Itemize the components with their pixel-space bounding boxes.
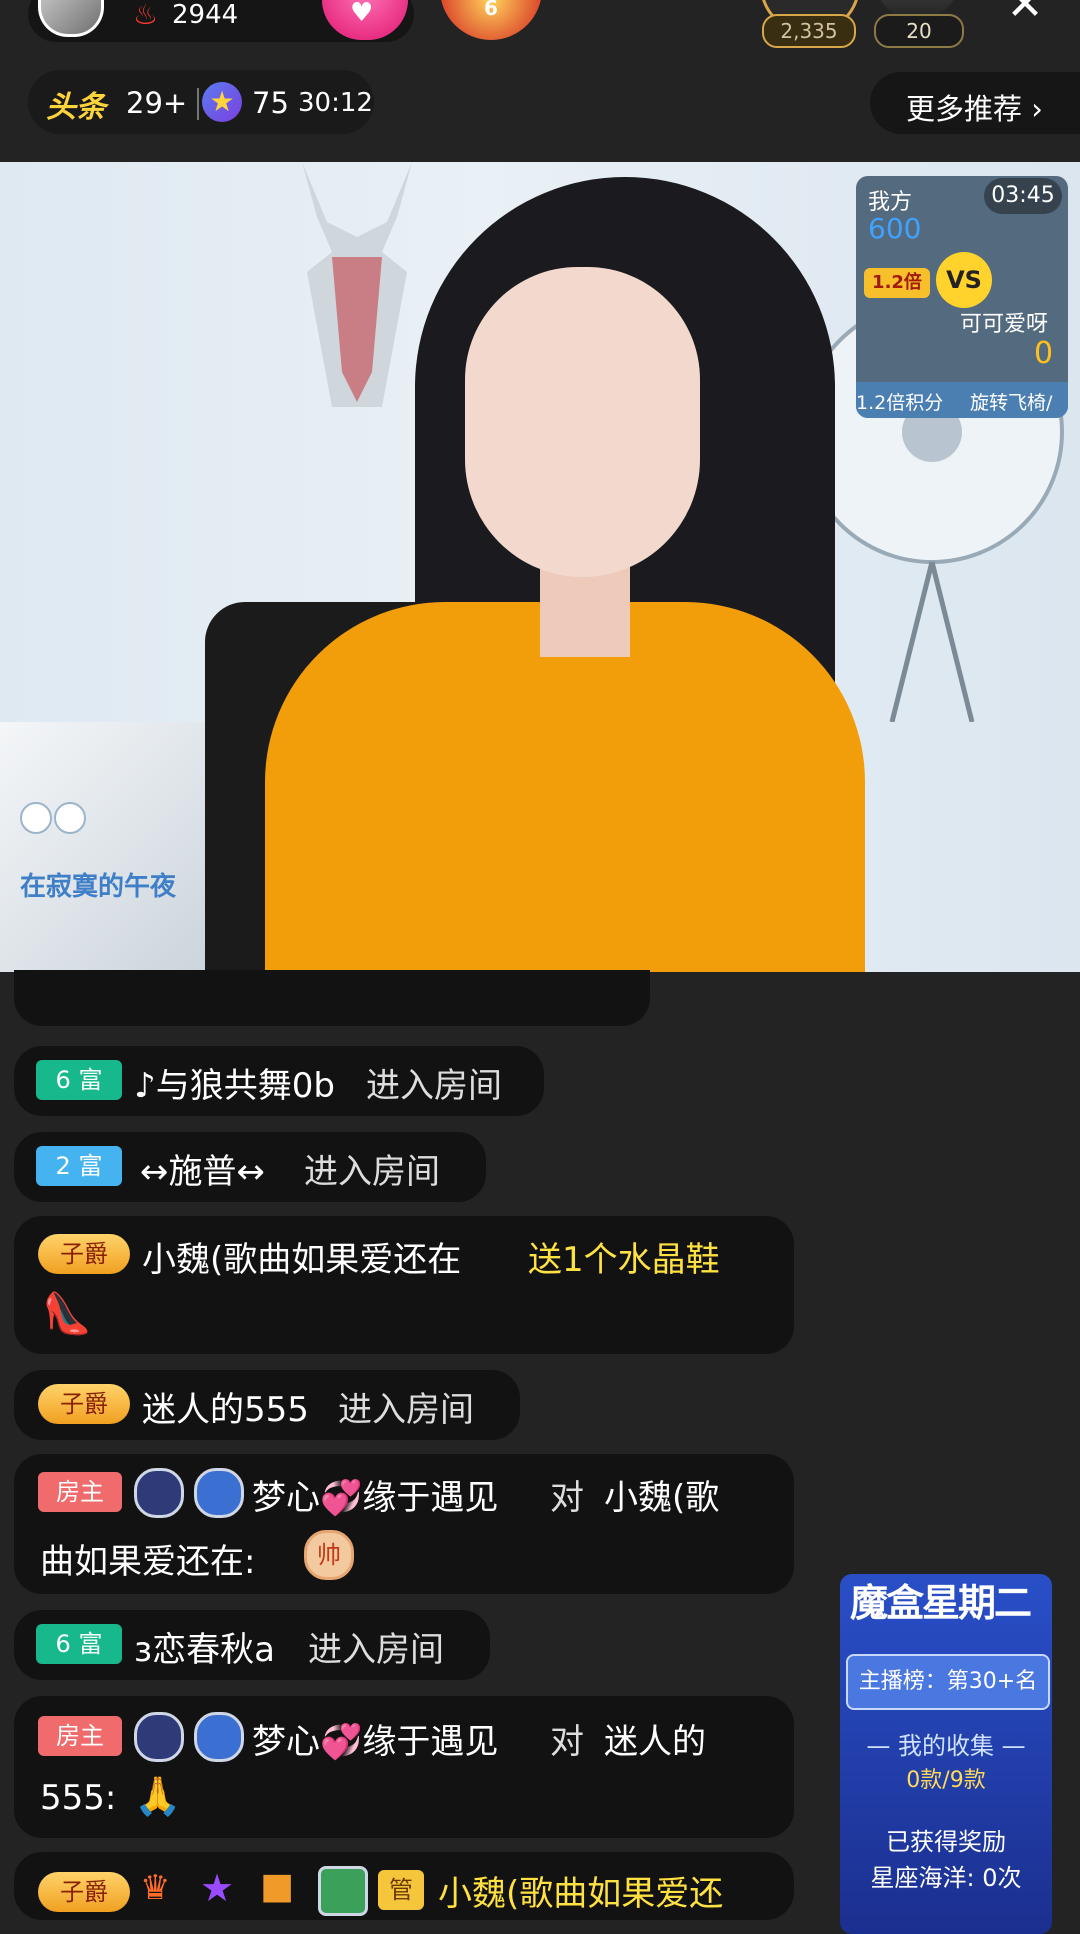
wealth-level-badge: 6 富	[36, 1624, 122, 1664]
chat-target-user[interactable]: 迷人的	[604, 1714, 706, 1763]
star-icon: ★	[202, 82, 242, 122]
flame-icon: ♨	[133, 0, 159, 31]
wealth-level-badge: 2 富	[36, 1146, 122, 1186]
heat-count: 2944	[172, 0, 239, 30]
admin-badge: 管	[378, 1870, 424, 1910]
eyes-icon	[20, 802, 86, 834]
chat-text: 进入房间	[304, 1152, 440, 1192]
chat-username[interactable]: 梦心💞缘于遇见	[252, 1470, 498, 1519]
medal-icon	[134, 1468, 184, 1518]
chat-username[interactable]: 小魏(歌曲如果爱还	[438, 1866, 723, 1915]
chat-text-line2: 曲如果爱还在:	[40, 1542, 256, 1582]
pk-multiplier: 1.2倍	[864, 268, 930, 298]
chat-username[interactable]: 迷人的555	[142, 1382, 309, 1431]
chat-username[interactable]: 小魏(歌曲如果爱还在	[142, 1232, 461, 1281]
chat-to-word: 对	[550, 1722, 584, 1762]
chat-text: 进入房间	[338, 1390, 474, 1430]
chat-username[interactable]: ↔施普↔	[140, 1144, 265, 1193]
pk-prize-text: 旋转飞椅/	[970, 392, 1053, 414]
promo-reward-label: 已获得奖励	[886, 1828, 1006, 1856]
fan-badge-icon	[318, 1866, 368, 1916]
level-badge-number: 6	[484, 0, 498, 20]
pk-opponent-score: 0	[1034, 336, 1054, 371]
chat-text: 进入房间	[308, 1630, 444, 1670]
rank-number: 29+	[126, 86, 188, 120]
promo-title: 魔盒星期二	[850, 1580, 1032, 1625]
close-icon[interactable]: ✕	[1000, 0, 1050, 30]
purple-star-icon: ★	[200, 1866, 235, 1910]
chat-username[interactable]: ɜ恋春秋a	[134, 1622, 275, 1671]
crystal-shoe-icon: 👠	[42, 1291, 92, 1337]
diamond-medal-icon	[194, 1468, 244, 1518]
pk-me-score: 600	[868, 212, 922, 245]
chat-text: 进入房间	[366, 1066, 502, 1106]
promo-collect-value: 0款/9款	[906, 1768, 986, 1793]
gift-text: 送1个水晶鞋	[528, 1240, 720, 1280]
star-count: 75	[252, 86, 289, 120]
chat-text-line2: 555:	[40, 1778, 117, 1818]
handsome-emoji-icon: 帅	[304, 1530, 354, 1580]
rank-divider	[197, 88, 199, 120]
top-viewer-count-1: 2,335	[762, 14, 856, 48]
streamer-face	[465, 267, 700, 577]
toutiao-logo: 头条	[46, 90, 106, 125]
promo-reward-value: 星座海洋: 0次	[870, 1864, 1022, 1892]
level-badge[interactable]: 6	[440, 0, 542, 40]
chat-username[interactable]: ♪与狼共舞0b	[134, 1058, 335, 1107]
chat-target-user[interactable]: 小魏(歌	[604, 1470, 719, 1519]
wealth-level-badge: 6 富	[36, 1060, 122, 1100]
more-recommend-button[interactable]: 更多推荐 ›	[870, 72, 1080, 134]
chat-username[interactable]: 梦心💞缘于遇见	[252, 1714, 498, 1763]
streamer-sweater	[265, 602, 865, 972]
noble-badge: 子爵	[38, 1234, 130, 1274]
crown-icon: ♛	[140, 1868, 171, 1908]
pray-emoji-icon: 🙏	[134, 1774, 182, 1818]
heart-icon: ♥	[350, 0, 374, 28]
pk-info-bar: 1.2倍积分 旋转飞椅/	[856, 382, 1068, 418]
top-viewer-count-2: 20	[874, 14, 964, 48]
noble-badge: 子爵	[38, 1872, 130, 1912]
medal-icon	[134, 1712, 184, 1762]
pk-countdown: 03:45	[984, 178, 1062, 214]
vs-icon: VS	[936, 252, 992, 308]
host-badge: 房主	[38, 1472, 122, 1512]
top-bar: ♨ 2944 ♥ 6 2,335 20 ✕	[0, 0, 1080, 48]
diamond-medal-icon	[194, 1712, 244, 1762]
noble-badge: 子爵	[38, 1384, 130, 1424]
promo-anchor-rank[interactable]: 主播榜：第30+名	[846, 1654, 1050, 1710]
gift-box-icon: ■	[260, 1866, 295, 1907]
deer-head-decor	[302, 162, 412, 407]
more-recommend-label: 更多推荐 ›	[906, 92, 1043, 126]
host-badge: 房主	[38, 1716, 122, 1756]
chat-to-word: 对	[550, 1478, 584, 1518]
chat-faded-message	[14, 970, 650, 1026]
pk-bonus-text: 1.2倍积分	[856, 392, 944, 414]
promo-collect-label: — 我的收集 —	[866, 1732, 1026, 1760]
pk-opponent-name: 可可爱呀	[960, 312, 1049, 337]
timer: 30:12	[298, 88, 373, 118]
room-title-overlay: 在寂寞的午夜	[20, 872, 177, 902]
